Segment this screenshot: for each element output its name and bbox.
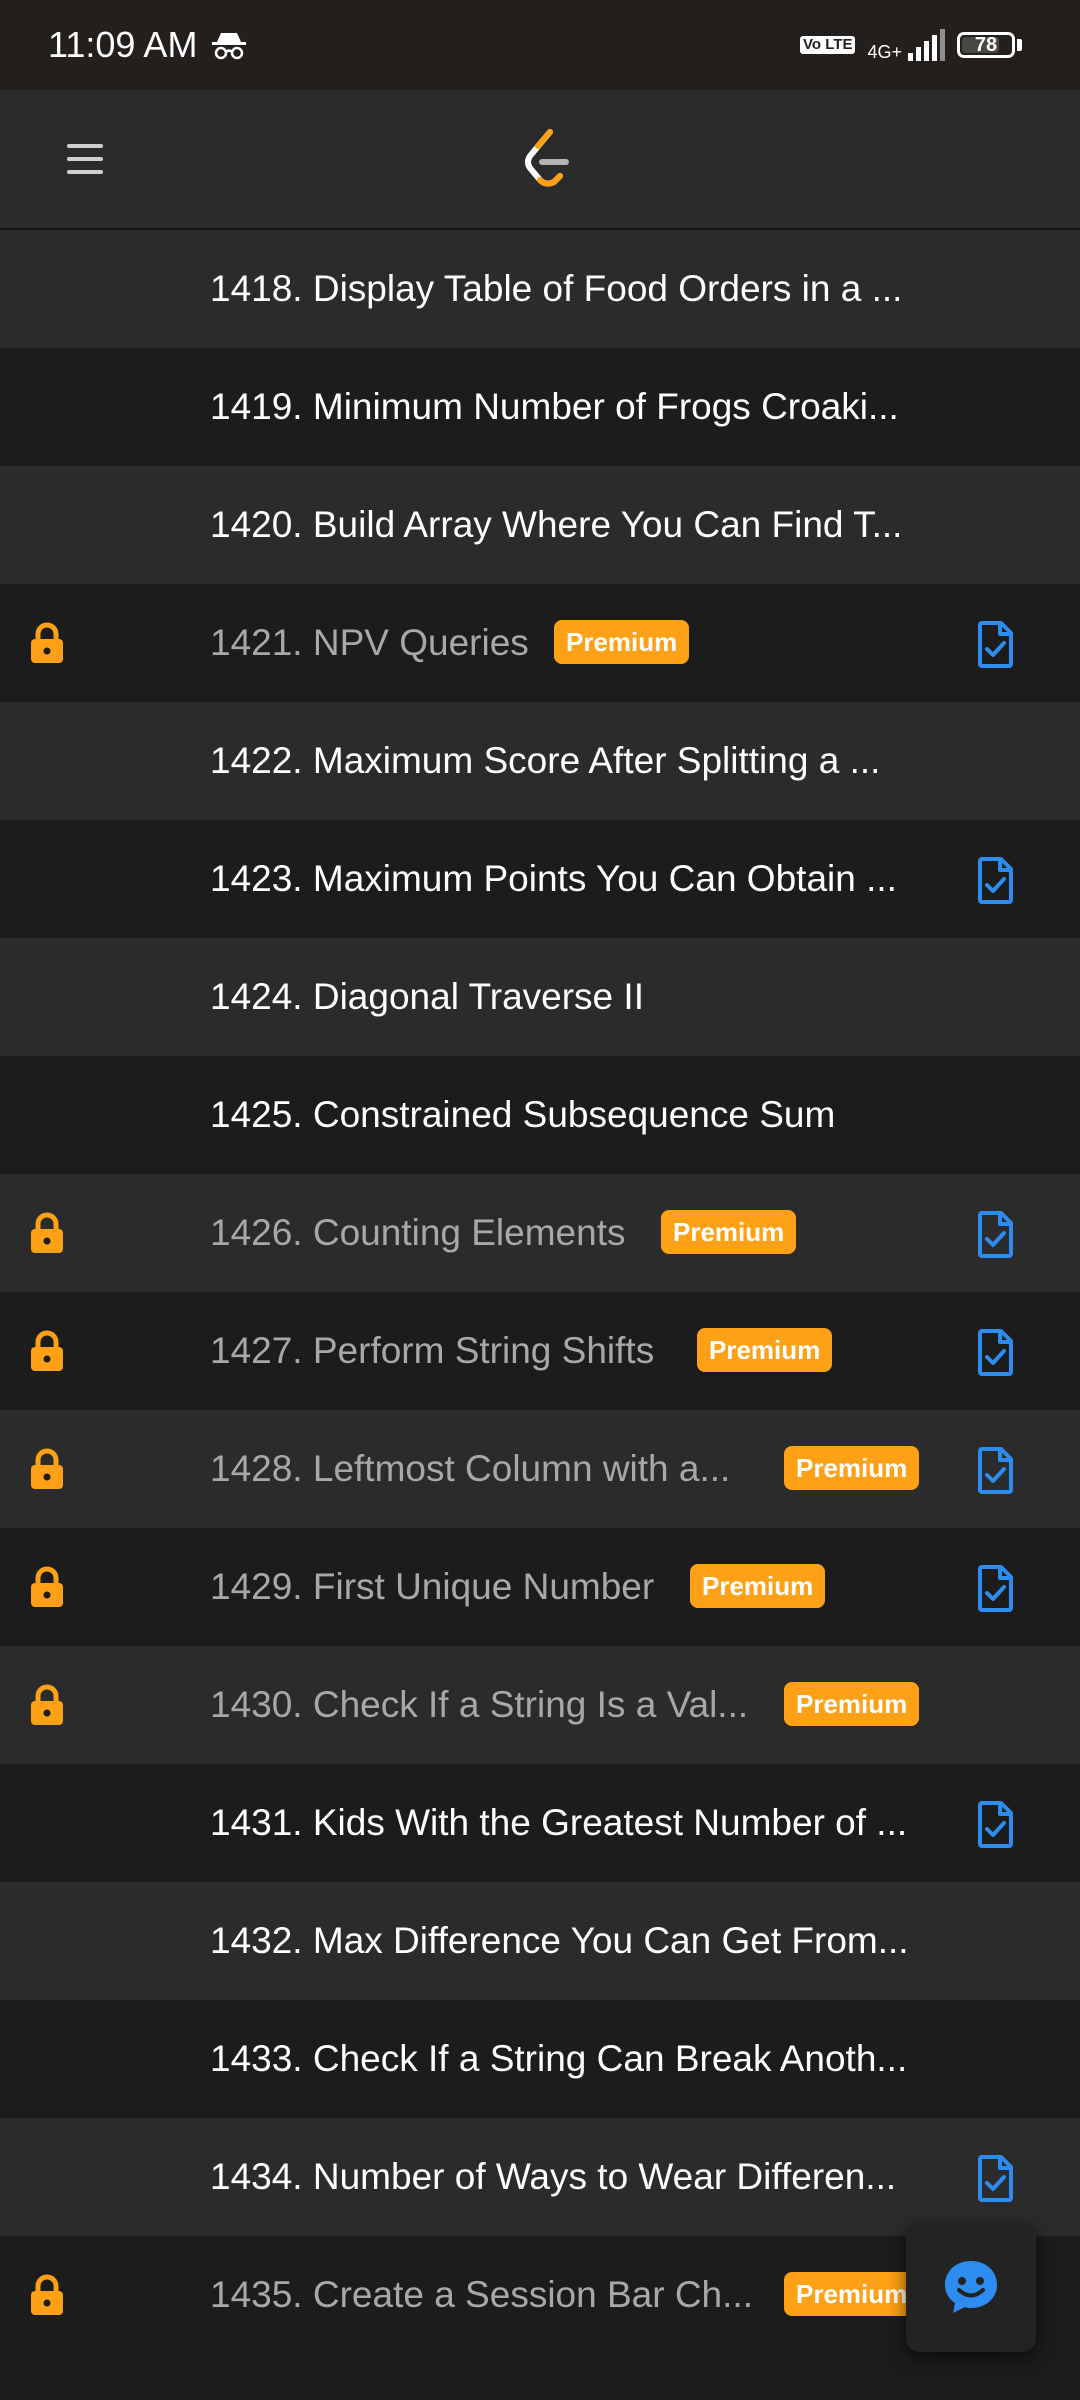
premium-badge: Premium — [554, 620, 690, 664]
signal-icon — [908, 29, 945, 61]
hamburger-menu-icon[interactable] — [60, 134, 110, 184]
premium-badge: Premium — [661, 1210, 797, 1254]
problem-title: 1423. Maximum Points You Can Obtain ... — [210, 858, 897, 899]
status-bar: 11:09 AM Vo LTE 4G+ 78 — [0, 0, 1080, 90]
problem-list: 1418. Display Table of Food Orders in a … — [0, 230, 1080, 2354]
premium-badge: Premium — [784, 1446, 920, 1490]
lock-icon — [31, 1212, 63, 1253]
premium-badge: Premium — [784, 2272, 920, 2316]
solution-icon[interactable] — [972, 620, 1020, 668]
solution-icon[interactable] — [972, 1210, 1020, 1258]
problem-title: 1421. NPV Queries — [210, 622, 529, 663]
problem-title: 1426. Counting Elements — [210, 1212, 626, 1253]
problem-row[interactable]: 1426. Counting Elements Premium — [0, 1174, 1080, 1292]
problem-row[interactable]: 1420. Build Array Where You Can Find T..… — [0, 466, 1080, 584]
network-indicator: 4G+ — [867, 29, 945, 61]
problem-row[interactable]: 1421. NPV Queries Premium — [0, 584, 1080, 702]
problem-title: 1427. Perform String Shifts — [210, 1330, 655, 1371]
problem-row[interactable]: 1431. Kids With the Greatest Number of .… — [0, 1764, 1080, 1882]
problem-row[interactable]: 1433. Check If a String Can Break Anoth.… — [0, 2000, 1080, 2118]
problem-title: 1420. Build Array Where You Can Find T..… — [210, 504, 903, 545]
solution-icon[interactable] — [972, 1328, 1020, 1376]
solution-icon[interactable] — [972, 2154, 1020, 2202]
problem-title: 1425. Constrained Subsequence Sum — [210, 1094, 836, 1135]
problem-title: 1428. Leftmost Column with a... — [210, 1448, 731, 1489]
problem-row[interactable]: 1422. Maximum Score After Splitting a ..… — [0, 702, 1080, 820]
problem-title: 1424. Diagonal Traverse II — [210, 976, 644, 1017]
battery-icon: 78 — [957, 32, 1022, 58]
lock-icon — [31, 1448, 63, 1489]
problem-row[interactable]: 1423. Maximum Points You Can Obtain ... — [0, 820, 1080, 938]
volte-badge: Vo LTE — [800, 36, 856, 54]
problem-title: 1431. Kids With the Greatest Number of .… — [210, 1802, 908, 1843]
chat-support-icon — [945, 2261, 997, 2313]
problem-title: 1430. Check If a String Is a Val... — [210, 1684, 749, 1725]
lock-icon — [31, 1330, 63, 1371]
incognito-icon — [212, 33, 247, 60]
problem-row[interactable]: 1432. Max Difference You Can Get From... — [0, 1882, 1080, 2000]
lock-icon — [31, 2274, 63, 2315]
problem-title: 1435. Create a Session Bar Ch... — [210, 2274, 753, 2315]
solution-icon[interactable] — [972, 1446, 1020, 1494]
problem-row[interactable]: 1425. Constrained Subsequence Sum — [0, 1056, 1080, 1174]
problem-row[interactable]: 1428. Leftmost Column with a... Premium — [0, 1410, 1080, 1528]
app-bar — [0, 90, 1080, 230]
problem-title: 1432. Max Difference You Can Get From... — [210, 1920, 909, 1961]
problem-row[interactable]: 1424. Diagonal Traverse II — [0, 938, 1080, 1056]
lock-icon — [31, 622, 63, 663]
problem-row[interactable]: 1418. Display Table of Food Orders in a … — [0, 230, 1080, 348]
status-time: 11:09 AM — [48, 24, 198, 65]
solution-icon[interactable] — [972, 1800, 1020, 1848]
problem-title: 1433. Check If a String Can Break Anoth.… — [210, 2038, 908, 2079]
leetcode-logo — [525, 129, 569, 187]
lock-icon — [31, 1566, 63, 1607]
battery-level: 78 — [974, 33, 998, 56]
lock-icon — [31, 1684, 63, 1725]
premium-badge: Premium — [690, 1564, 826, 1608]
problem-row[interactable]: 1434. Number of Ways to Wear Differen... — [0, 2118, 1080, 2236]
problem-row[interactable]: 1427. Perform String Shifts Premium — [0, 1292, 1080, 1410]
premium-badge: Premium — [784, 1682, 920, 1726]
problem-title: 1422. Maximum Score After Splitting a ..… — [210, 740, 881, 781]
problem-row[interactable]: 1429. First Unique Number Premium — [0, 1528, 1080, 1646]
premium-badge: Premium — [697, 1328, 833, 1372]
chat-support-button[interactable] — [906, 2222, 1036, 2352]
problem-title: 1419. Minimum Number of Frogs Croaki... — [210, 386, 899, 427]
network-type: 4G+ — [867, 42, 902, 62]
problem-title: 1418. Display Table of Food Orders in a … — [210, 268, 903, 309]
problem-row[interactable]: 1419. Minimum Number of Frogs Croaki... — [0, 348, 1080, 466]
solution-icon[interactable] — [972, 1564, 1020, 1612]
problem-title: 1434. Number of Ways to Wear Differen... — [210, 2156, 897, 2197]
solution-icon[interactable] — [972, 856, 1020, 904]
problem-row[interactable]: 1430. Check If a String Is a Val... Premi… — [0, 1646, 1080, 1764]
problem-title: 1429. First Unique Number — [210, 1566, 655, 1607]
